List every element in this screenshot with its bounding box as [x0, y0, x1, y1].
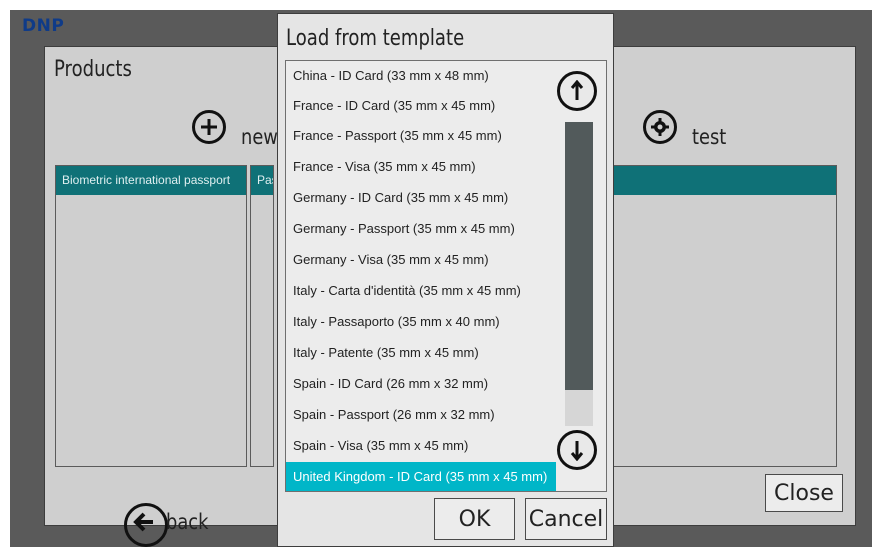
arrow-down-icon [570, 441, 584, 461]
template-item[interactable]: Spain - ID Card (26 mm x 32 mm) [286, 369, 556, 399]
template-item[interactable]: France - ID Card (35 mm x 45 mm) [286, 91, 556, 121]
template-item[interactable]: France - Visa (35 mm x 45 mm) [286, 152, 556, 182]
template-item[interactable]: Italy - Passaporto (35 mm x 40 mm) [286, 307, 556, 337]
arrow-up-icon [570, 80, 584, 100]
template-item[interactable]: France - Passport (35 mm x 45 mm) [286, 121, 556, 151]
product-column-right[interactable] [614, 165, 837, 467]
new-label: new [241, 125, 278, 149]
template-item[interactable]: Germany - Visa (35 mm x 45 mm) [286, 245, 556, 275]
template-item[interactable]: Spain - Visa (35 mm x 45 mm) [286, 431, 556, 461]
screen: DNP Products new test Biometric internat… [0, 0, 872, 547]
template-item-selected[interactable]: United Kingdom - ID Card (35 mm x 45 mm) [286, 462, 556, 491]
product-column[interactable]: Biometric international passport [55, 165, 247, 467]
load-template-dialog: Load from template China - ID Card (33 m… [277, 13, 614, 547]
dialog-title: Load from template [286, 26, 465, 51]
test-label: test [692, 125, 727, 149]
scroll-down-button[interactable] [557, 430, 597, 470]
app-logo: DNP [22, 16, 65, 36]
cancel-button[interactable]: Cancel [525, 498, 607, 540]
products-title: Products [54, 57, 132, 82]
scrollbar-thumb[interactable] [565, 122, 593, 390]
back-button[interactable] [124, 503, 168, 547]
scroll-up-button[interactable] [557, 71, 597, 111]
template-item[interactable]: Italy - Carta d'identità (35 mm x 45 mm) [286, 276, 556, 306]
back-label: back [166, 510, 209, 534]
column-header-empty [614, 166, 836, 195]
scrollbar-track[interactable] [565, 122, 593, 426]
close-button[interactable]: Close [765, 474, 843, 512]
ok-button[interactable]: OK [434, 498, 515, 540]
template-item[interactable]: Spain - Passport (26 mm x 32 mm) [286, 400, 556, 430]
arrow-left-icon [133, 512, 153, 532]
gear-icon [651, 118, 669, 136]
plus-icon [201, 119, 217, 135]
column-header: Pas [251, 166, 273, 195]
add-product-button[interactable] [192, 110, 226, 144]
column-header: Biometric international passport [56, 166, 246, 195]
template-item[interactable]: China - ID Card (33 mm x 48 mm) [286, 61, 556, 91]
template-item[interactable]: Italy - Patente (35 mm x 45 mm) [286, 338, 556, 368]
template-list[interactable]: China - ID Card (33 mm x 48 mm) France -… [285, 60, 607, 492]
template-item[interactable]: Germany - Passport (35 mm x 45 mm) [286, 214, 556, 244]
test-button[interactable] [643, 110, 677, 144]
product-column[interactable]: Pas [250, 165, 274, 467]
template-item[interactable]: Germany - ID Card (35 mm x 45 mm) [286, 183, 556, 213]
